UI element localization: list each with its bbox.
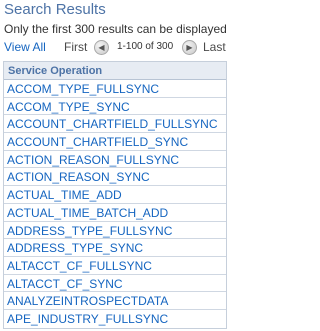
left-arrow-icon[interactable]: ◀ — [94, 40, 109, 55]
table-row[interactable]: ACTION_REASON_SYNC — [4, 168, 226, 187]
table-row[interactable]: ACTION_REASON_FULLSYNC — [4, 151, 226, 169]
table-row[interactable]: ACTUAL_TIME_BATCH_ADD — [4, 204, 226, 222]
table-row[interactable]: ADDRESS_TYPE_FULLSYNC — [4, 222, 226, 240]
pagination-bar: View All First ◀ 1-100 of 300 ▶ Last — [0, 38, 232, 58]
table-row[interactable]: ACCOUNT_CHARTFIELD_FULLSYNC — [4, 115, 226, 134]
results-rows: ACCOM_TYPE_FULLSYNC ACCOM_TYPE_SYNC ACCOUN… — [4, 80, 226, 328]
view-all-link[interactable]: View All — [4, 40, 46, 54]
page-range: 1-100 of 300 — [117, 41, 174, 52]
last-link[interactable]: Last — [203, 40, 226, 54]
results-table: Service Operation ACCOM_TYPE_FULLSYNC ACC… — [3, 61, 227, 329]
table-row[interactable]: ACCOM_TYPE_FULLSYNC — [4, 80, 226, 98]
right-arrow-icon[interactable]: ▶ — [182, 40, 197, 55]
table-row[interactable]: ADDRESS_TYPE_SYNC — [4, 239, 226, 257]
search-results-panel: Search Results Only the first 300 result… — [0, 0, 232, 331]
table-row[interactable]: APE_INDUSTRY_FULLSYNC — [4, 310, 226, 328]
table-row[interactable]: ACTUAL_TIME_ADD — [4, 186, 226, 204]
table-row[interactable]: ALTACCT_CF_SYNC — [4, 275, 226, 293]
table-row[interactable]: ACCOUNT_CHARTFIELD_SYNC — [4, 133, 226, 151]
page-title: Search Results — [4, 1, 106, 18]
first-link[interactable]: First — [64, 40, 87, 54]
results-limit-note: Only the first 300 results can be displa… — [4, 22, 227, 36]
table-row[interactable]: ANALYZEINTROSPECTDATA — [4, 292, 226, 310]
table-row[interactable]: ALTACCT_CF_FULLSYNC — [4, 257, 226, 275]
table-row[interactable]: ACCOM_TYPE_SYNC — [4, 98, 226, 116]
column-header-service-operation: Service Operation — [4, 62, 226, 80]
